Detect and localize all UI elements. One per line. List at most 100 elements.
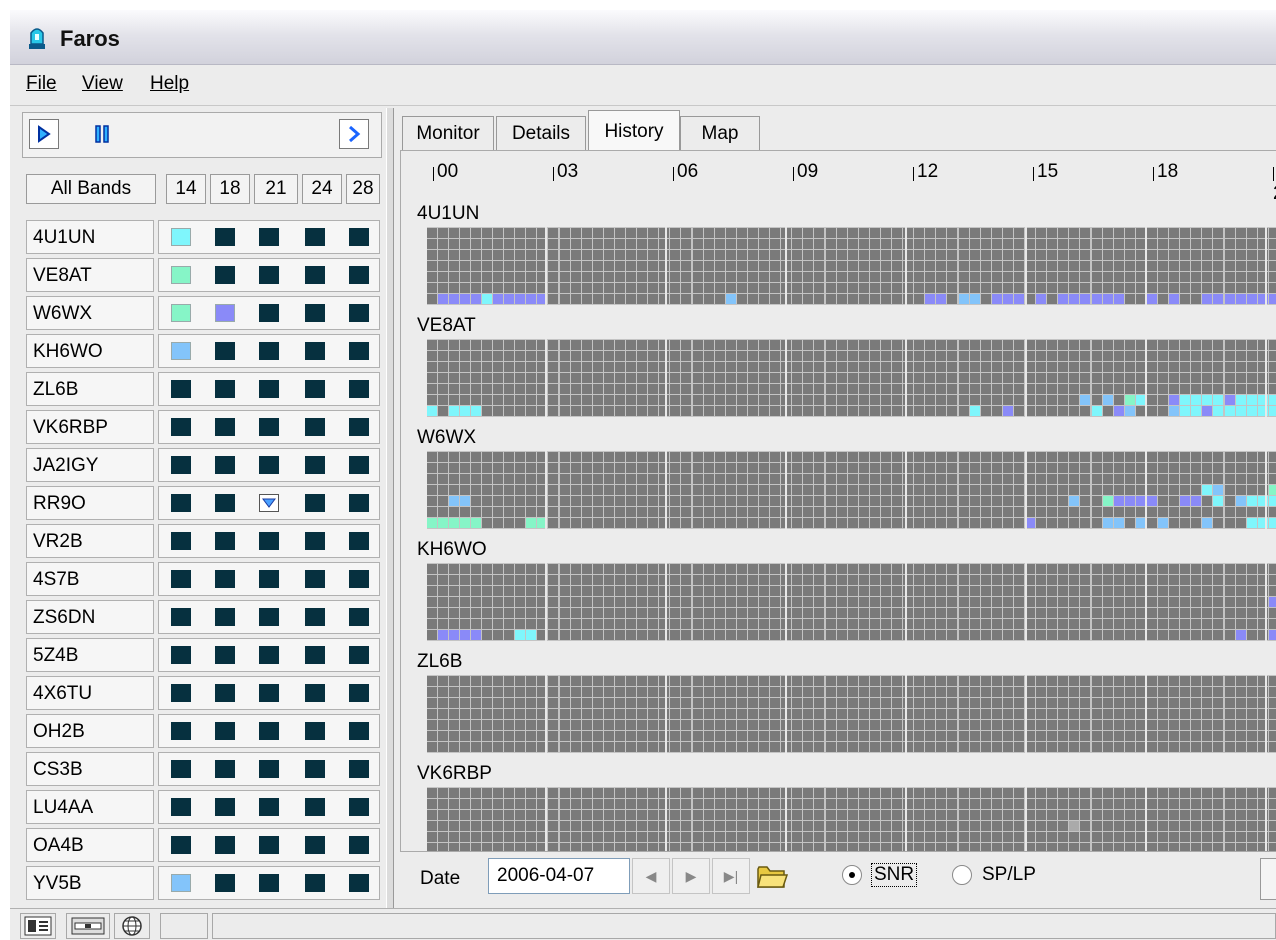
menu-file[interactable]: File	[26, 73, 57, 95]
station-row[interactable]: VK6RBP	[22, 408, 380, 446]
band-status-mint[interactable]	[171, 266, 191, 284]
band-status-dark[interactable]	[349, 304, 369, 322]
tab-history[interactable]: History	[588, 110, 680, 152]
band-status-dark[interactable]	[171, 380, 191, 398]
band-status-dark[interactable]	[215, 760, 235, 778]
band-status-dark[interactable]	[171, 836, 191, 854]
band-status-dark[interactable]	[259, 722, 279, 740]
band-status-dark[interactable]	[259, 836, 279, 854]
snr-radio[interactable]: SNR	[842, 863, 918, 887]
station-row[interactable]: ZL6B	[22, 370, 380, 408]
band-status-dark[interactable]	[259, 418, 279, 436]
tab-monitor[interactable]: Monitor	[402, 116, 494, 150]
station-name[interactable]: JA2IGY	[26, 448, 154, 482]
band-status-dark[interactable]	[215, 722, 235, 740]
history-grid[interactable]	[427, 675, 1276, 753]
history-grid[interactable]	[427, 339, 1276, 417]
band-status-dark[interactable]	[349, 722, 369, 740]
band-status-dark[interactable]	[349, 798, 369, 816]
band-status-dark[interactable]	[215, 608, 235, 626]
band-status-dark[interactable]	[305, 418, 325, 436]
band-status-dark[interactable]	[305, 304, 325, 322]
band-status-dark[interactable]	[171, 608, 191, 626]
history-grid[interactable]	[427, 563, 1276, 641]
card-view-button[interactable]	[66, 913, 110, 939]
date-field[interactable]: 2006-04-07	[488, 858, 630, 894]
prev-date-button[interactable]: ◀	[632, 858, 670, 894]
station-row[interactable]: CS3B	[22, 750, 380, 788]
band-status-dark[interactable]	[259, 456, 279, 474]
station-row[interactable]: 4S7B	[22, 560, 380, 598]
band-status-dark[interactable]	[171, 646, 191, 664]
station-row[interactable]: RR9O	[22, 484, 380, 522]
station-name[interactable]: 4X6TU	[26, 676, 154, 710]
band-status-dark[interactable]	[215, 380, 235, 398]
band-status-dark[interactable]	[305, 266, 325, 284]
band-status-dark[interactable]	[171, 456, 191, 474]
history-grid[interactable]	[427, 787, 1276, 852]
station-row[interactable]: VR2B	[22, 522, 380, 560]
station-name[interactable]: LU4AA	[26, 790, 154, 824]
band-status-dark[interactable]	[259, 228, 279, 246]
station-row[interactable]: OH2B	[22, 712, 380, 750]
menu-view[interactable]: View	[82, 73, 123, 95]
band-status-dark[interactable]	[349, 418, 369, 436]
band-status-dark[interactable]	[215, 494, 235, 512]
band-status-dark[interactable]	[349, 494, 369, 512]
band-status-cyan[interactable]	[171, 228, 191, 246]
band-status-dark[interactable]	[349, 760, 369, 778]
band-status-skyblue[interactable]	[171, 874, 191, 892]
band-status-dark[interactable]	[305, 608, 325, 626]
station-name[interactable]: VK6RBP	[26, 410, 154, 444]
band-status-dark[interactable]	[349, 608, 369, 626]
band-status-dark[interactable]	[349, 456, 369, 474]
globe-button[interactable]	[114, 913, 150, 939]
band-status-dark[interactable]	[215, 456, 235, 474]
station-name[interactable]: ZL6B	[26, 372, 154, 406]
band-status-dark[interactable]	[215, 798, 235, 816]
band-status-dark[interactable]	[171, 494, 191, 512]
station-name[interactable]: 4U1UN	[26, 220, 154, 254]
band-status-dark[interactable]	[171, 760, 191, 778]
band-status-dark[interactable]	[215, 646, 235, 664]
station-name[interactable]: OH2B	[26, 714, 154, 748]
band-status-dark[interactable]	[305, 760, 325, 778]
band-status-dark[interactable]	[349, 836, 369, 854]
band-18-header[interactable]: 18	[210, 174, 250, 204]
band-status-dark[interactable]	[215, 570, 235, 588]
pause-button[interactable]	[87, 119, 117, 149]
band-status-dark[interactable]	[349, 532, 369, 550]
tab-details[interactable]: Details	[496, 116, 586, 150]
station-name[interactable]: KH6WO	[26, 334, 154, 368]
station-row[interactable]: OA4B	[22, 826, 380, 864]
panel-splitter[interactable]	[386, 108, 394, 908]
station-name[interactable]: OA4B	[26, 828, 154, 862]
forward-button[interactable]	[339, 119, 369, 149]
band-status-dark[interactable]	[215, 266, 235, 284]
last-date-button[interactable]: ▶|	[712, 858, 750, 894]
history-grid[interactable]	[427, 451, 1276, 529]
station-row[interactable]: KH6WO	[22, 332, 380, 370]
band-status-dark[interactable]	[259, 874, 279, 892]
station-row[interactable]: 4U1UN	[22, 218, 380, 256]
station-row[interactable]: JA2IGY	[22, 446, 380, 484]
band-21-header[interactable]: 21	[254, 174, 298, 204]
station-name[interactable]: VE8AT	[26, 258, 154, 292]
station-row[interactable]: W6WX	[22, 294, 380, 332]
play-button[interactable]	[29, 119, 59, 149]
station-name[interactable]: YV5B	[26, 866, 154, 900]
band-status-dark[interactable]	[259, 646, 279, 664]
tab-map[interactable]: Map	[680, 116, 760, 150]
clipped-button[interactable]	[1260, 858, 1276, 900]
station-row[interactable]: LU4AA	[22, 788, 380, 826]
band-status-dark[interactable]	[305, 684, 325, 702]
band-status-dark[interactable]	[171, 418, 191, 436]
band-status-dark[interactable]	[305, 798, 325, 816]
history-grid[interactable]	[427, 227, 1276, 305]
band-status-dark[interactable]	[215, 836, 235, 854]
station-row[interactable]: 4X6TU	[22, 674, 380, 712]
station-row[interactable]: VE8AT	[22, 256, 380, 294]
band-status-dark[interactable]	[305, 342, 325, 360]
band-status-dark[interactable]	[171, 798, 191, 816]
station-name[interactable]: 5Z4B	[26, 638, 154, 672]
